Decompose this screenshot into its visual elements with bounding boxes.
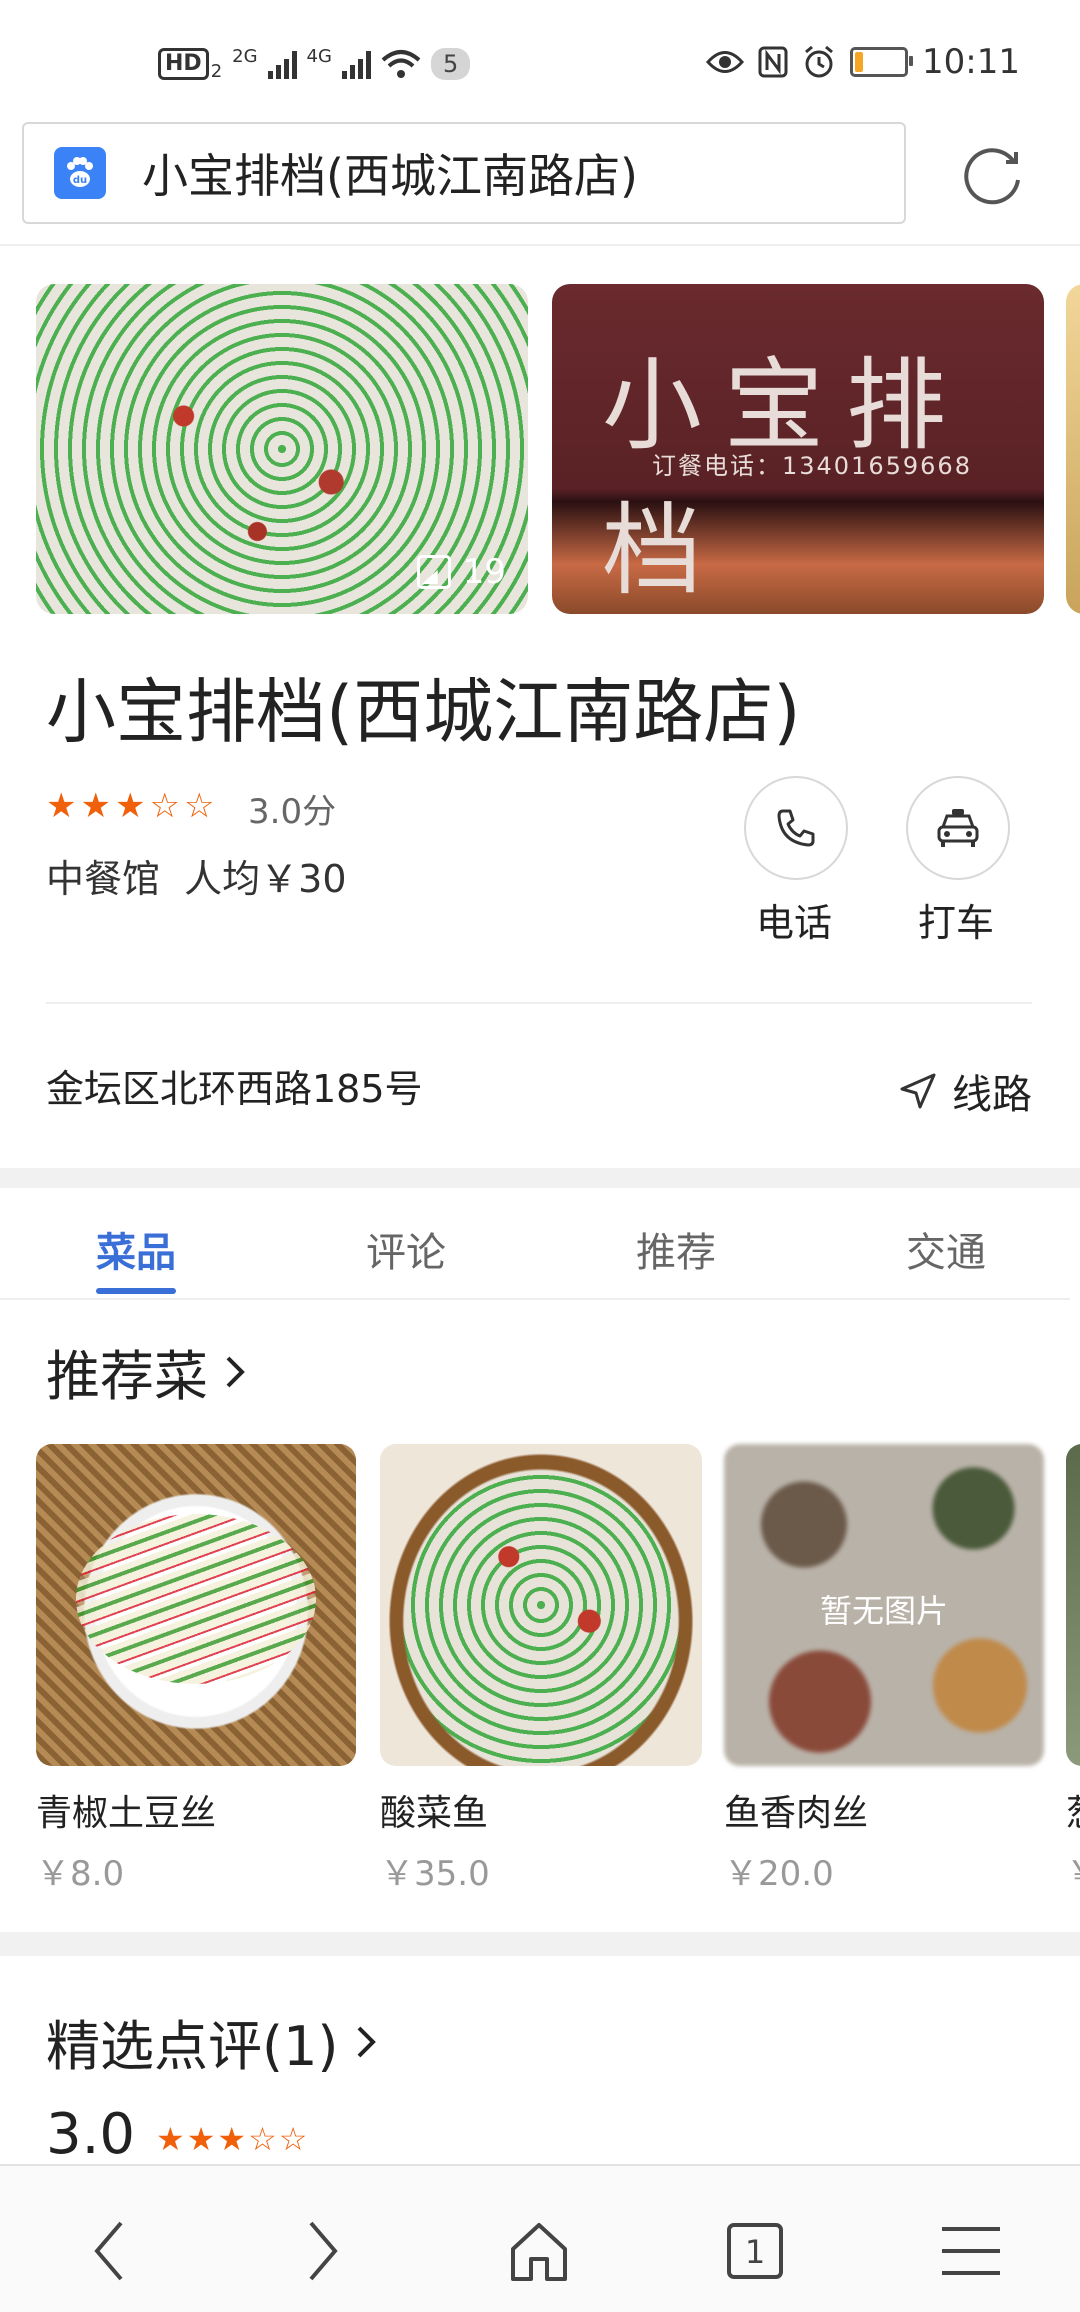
dish-photo[interactable] xyxy=(380,1444,702,1766)
eye-icon xyxy=(706,51,745,73)
section-separator xyxy=(0,1932,1080,1956)
photo-count-label: 19 xyxy=(462,552,506,592)
dish-photo-peek[interactable] xyxy=(1066,1444,1080,1766)
star-empty-icon: ☆ xyxy=(248,2120,277,2158)
star-full-icon: ★ xyxy=(156,2120,185,2158)
dish-name: 青椒土豆丝 xyxy=(36,1793,217,1834)
photo-count: 19 xyxy=(416,552,506,592)
signal-icon-2 xyxy=(341,49,371,79)
tabs-icon: 1 xyxy=(727,2223,783,2279)
clock: 10:11 xyxy=(922,42,1020,82)
menu-button[interactable] xyxy=(936,2216,1006,2286)
active-tab-indicator xyxy=(96,1288,176,1294)
forward-button[interactable] xyxy=(288,2216,358,2286)
reload-icon[interactable] xyxy=(958,140,1028,210)
tab-count: 1 xyxy=(745,2233,765,2271)
dish-name: 葱 xyxy=(1066,1784,1080,1836)
taxi-label[interactable]: 打车 xyxy=(918,892,994,947)
review-score: 3.0 xyxy=(46,2102,136,2167)
navigate-icon xyxy=(900,1073,936,1109)
nfc-icon xyxy=(758,46,788,78)
taxi-button[interactable] xyxy=(906,776,1010,880)
home-button[interactable] xyxy=(504,2216,574,2286)
wifi-icon xyxy=(381,50,421,78)
tab-transport[interactable]: 交通 xyxy=(906,1220,986,1278)
call-label[interactable]: 电话 xyxy=(756,892,832,947)
svg-text:du: du xyxy=(73,175,87,186)
next-photo-peek[interactable] xyxy=(1066,284,1080,614)
no-image-text: 暂无图片 xyxy=(819,1592,948,1630)
star-empty-icon: ☆ xyxy=(183,786,215,826)
reviews-heading[interactable]: 精选点评(1) xyxy=(46,2002,379,2081)
rating-stars: ★ ★ ★ ☆ ☆ xyxy=(46,786,214,826)
star-full-icon: ★ xyxy=(114,786,146,826)
reviews-title: 精选点评(1) xyxy=(46,2015,339,2078)
dish-price: ￥8.0 xyxy=(36,1854,125,1894)
food-photo[interactable]: 19 xyxy=(36,284,528,614)
star-empty-icon: ☆ xyxy=(149,786,180,826)
tab-reviews[interactable]: 评论 xyxy=(366,1220,446,1278)
signal-icon xyxy=(267,49,297,79)
sim-label: 2 xyxy=(210,60,223,82)
storefront-phone: 订餐电话：13401659668 xyxy=(652,452,972,480)
rating-score: 3.0分 xyxy=(248,792,337,832)
home-icon xyxy=(511,2223,567,2281)
route-button[interactable]: 线路 xyxy=(898,1062,1032,1120)
url-text[interactable]: 小宝排档(西城江南路店) xyxy=(142,140,638,206)
browser-nav-bar: 1 xyxy=(0,2164,1080,2312)
status-bar: HD 2 2G 4G 5 10:11 xyxy=(0,0,1080,120)
recommended-title: 推荐菜 xyxy=(46,1345,208,1408)
battery-icon xyxy=(850,47,914,77)
shop-name: 小宝排档(西城江南路店) xyxy=(46,671,801,753)
storefront-photo[interactable]: 小宝排档 订餐电话：13401659668 xyxy=(552,284,1044,614)
alarm-icon xyxy=(805,45,833,78)
dish-price: ￥20.0 xyxy=(724,1854,834,1894)
net2-label: 4G xyxy=(306,45,332,67)
notification-badge: 5 xyxy=(430,48,471,80)
chevron-right-icon xyxy=(226,1356,245,1387)
tab-bar: 菜品 评论 推荐 交通 xyxy=(0,1188,1070,1300)
recommended-heading[interactable]: 推荐菜 xyxy=(46,1332,248,1411)
status-right: 10:11 xyxy=(706,40,1020,84)
star-empty-icon: ☆ xyxy=(278,2120,308,2158)
chevron-right-icon xyxy=(357,2026,376,2057)
hd-icon: HD xyxy=(158,48,209,80)
battery-level xyxy=(855,52,864,72)
star-full-icon: ★ xyxy=(46,786,77,826)
dish-price: ￥35.0 xyxy=(380,1854,490,1894)
car-icon xyxy=(937,809,979,847)
back-button[interactable] xyxy=(74,2216,144,2286)
dish-price: ￥ xyxy=(1066,1846,1080,1895)
review-stars: ★ ★ ★ ☆ ☆ xyxy=(156,2120,307,2158)
baidu-paw-icon: du xyxy=(54,147,106,199)
tab-recommend[interactable]: 推荐 xyxy=(636,1220,716,1278)
divider xyxy=(0,244,1080,246)
star-full-icon: ★ xyxy=(186,2120,216,2158)
gallery-icon xyxy=(416,555,451,589)
star-full-icon: ★ xyxy=(217,2120,247,2158)
phone-icon xyxy=(777,809,815,847)
status-left: HD 2 2G 4G 5 xyxy=(158,44,471,84)
menu-icon xyxy=(942,2227,1000,2275)
star-full-icon: ★ xyxy=(80,786,111,826)
forward-icon xyxy=(309,2221,338,2281)
section-separator xyxy=(0,1168,1080,1188)
address: 金坛区北环西路185号 xyxy=(46,1067,423,1111)
route-label: 线路 xyxy=(952,1072,1032,1118)
tabs-button[interactable]: 1 xyxy=(720,2216,790,2286)
call-button[interactable] xyxy=(744,776,848,880)
divider xyxy=(46,1002,1032,1004)
net1-label: 2G xyxy=(232,45,258,67)
dish-photo[interactable] xyxy=(36,1444,356,1766)
tab-dishes[interactable]: 菜品 xyxy=(96,1220,176,1278)
dish-name: 鱼香肉丝 xyxy=(724,1793,869,1834)
address-bar[interactable]: du 小宝排档(西城江南路店) xyxy=(22,122,906,224)
category-price: 中餐馆 人均￥30 xyxy=(46,857,347,901)
dish-name: 酸菜鱼 xyxy=(380,1793,489,1834)
back-icon xyxy=(94,2221,123,2281)
